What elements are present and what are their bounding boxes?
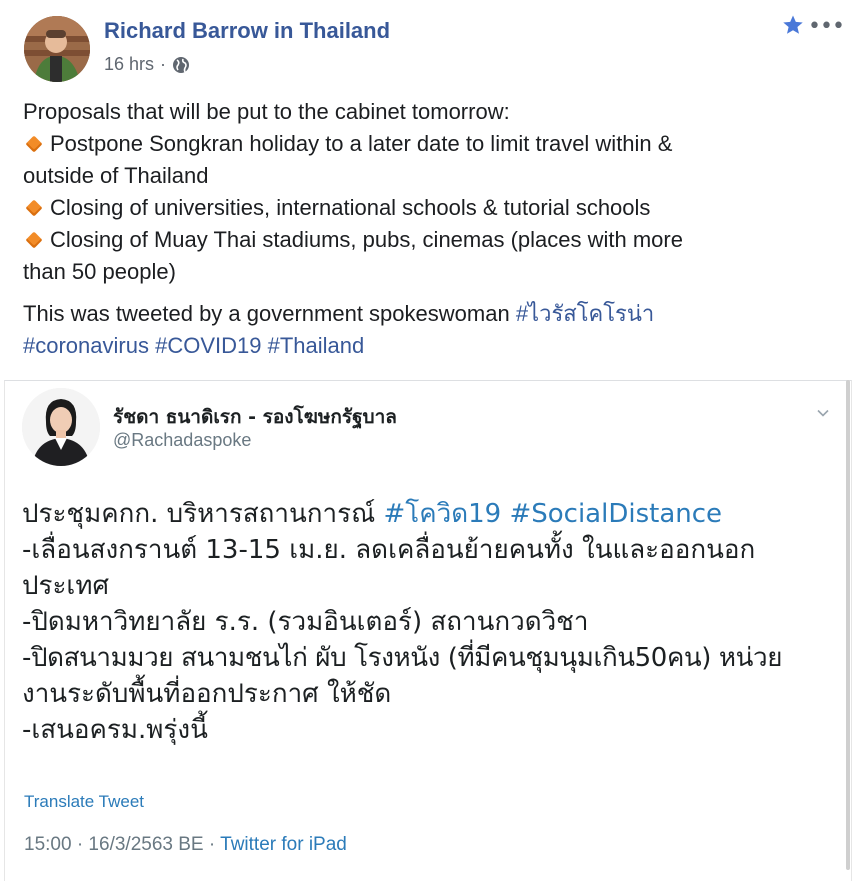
orange-diamond-icon bbox=[25, 231, 43, 249]
hashtag-link[interactable]: #COVID19 bbox=[155, 333, 261, 358]
bullet-item: Closing of Muay Thai stadiums, pubs, cin… bbox=[23, 224, 823, 256]
tweet-timestamp[interactable]: 15:00 · 16/3/2563 BE bbox=[24, 834, 204, 855]
hashtag-link[interactable]: #coronavirus bbox=[23, 333, 149, 358]
star-icon[interactable] bbox=[782, 14, 804, 36]
closing-text: This was tweeted by a government spokesw… bbox=[23, 301, 516, 326]
footer-separator: · bbox=[203, 834, 221, 855]
tweet-author-name[interactable]: รัชดา ธนาดิเรก - รองโฆษกรัฐบาล bbox=[113, 402, 397, 432]
tweet-text: ประชุมคกก. บริหารสถานการณ์ #โควิด19 #Soc… bbox=[22, 496, 832, 748]
tweet-author-handle[interactable]: @Rachadaspoke bbox=[113, 430, 251, 451]
post-body: Proposals that will be put to the cabine… bbox=[23, 96, 823, 288]
bullet-text: Postpone Songkran holiday to a later dat… bbox=[50, 131, 673, 156]
post-meta: 16 hrs · bbox=[104, 54, 190, 75]
bullet-item: Closing of universities, international s… bbox=[23, 192, 823, 224]
bullet-text-continued: outside of Thailand bbox=[23, 163, 209, 188]
orange-diamond-icon bbox=[25, 199, 43, 217]
orange-diamond-icon bbox=[25, 135, 43, 153]
globe-icon[interactable] bbox=[172, 56, 190, 74]
tweet-line: ประชุมคกก. บริหารสถานการณ์ #โควิด19 #Soc… bbox=[22, 496, 832, 532]
bullet-item: Postpone Songkran holiday to a later dat… bbox=[23, 128, 823, 160]
tweet-line: -เลื่อนสงกรานต์ 13-15 เม.ย. ลดเคลื่อนย้า… bbox=[22, 535, 756, 565]
tweet-hashtag[interactable]: #SocialDistance bbox=[509, 499, 722, 529]
tweet-line: -ปิดมหาวิทยาลัย ร.ร. (รวมอินเตอร์) สถานก… bbox=[22, 607, 589, 637]
chevron-down-icon[interactable] bbox=[816, 406, 830, 420]
tweet-footer: 15:00 · 16/3/2563 BE · Twitter for iPad bbox=[24, 834, 347, 856]
scrollbar[interactable] bbox=[846, 380, 850, 870]
tweet-line: งานระดับพื้นที่ออกประกาศ ให้ชัด bbox=[22, 679, 392, 709]
post-closing: This was tweeted by a government spokesw… bbox=[23, 298, 823, 362]
tweet-line-text: ประชุมคกก. บริหารสถานการณ์ bbox=[22, 499, 384, 529]
tweet-hashtag[interactable]: #โควิด19 bbox=[383, 499, 501, 529]
bullet-text: Closing of Muay Thai stadiums, pubs, cin… bbox=[50, 227, 683, 252]
facebook-post: Richard Barrow in Thailand 16 hrs · ••• … bbox=[0, 0, 858, 881]
tweet-line: -ปิดสนามมวย สนามชนไก่ ผับ โรงหนัง (ที่มี… bbox=[22, 643, 783, 673]
more-options-icon[interactable]: ••• bbox=[808, 14, 845, 39]
bullet-text-continued: than 50 people) bbox=[23, 259, 176, 284]
author-name[interactable]: Richard Barrow in Thailand bbox=[104, 18, 390, 44]
author-avatar[interactable] bbox=[24, 16, 90, 82]
hashtag-link[interactable]: #ไวรัสโคโรน่า bbox=[516, 301, 654, 326]
translate-tweet-link[interactable]: Translate Tweet bbox=[24, 792, 144, 812]
bullet-text: Closing of universities, international s… bbox=[50, 195, 651, 220]
hashtag-link[interactable]: #Thailand bbox=[268, 333, 365, 358]
tweet-author-avatar[interactable] bbox=[22, 388, 100, 466]
post-intro: Proposals that will be put to the cabine… bbox=[23, 99, 510, 124]
post-time[interactable]: 16 hrs bbox=[104, 54, 154, 75]
tweet-line: -เสนอครม.พรุ่งนี้ bbox=[22, 715, 208, 745]
tweet-line: ประเทศ bbox=[22, 571, 109, 601]
meta-separator: · bbox=[160, 54, 167, 74]
tweet-source-link[interactable]: Twitter for iPad bbox=[220, 834, 347, 855]
